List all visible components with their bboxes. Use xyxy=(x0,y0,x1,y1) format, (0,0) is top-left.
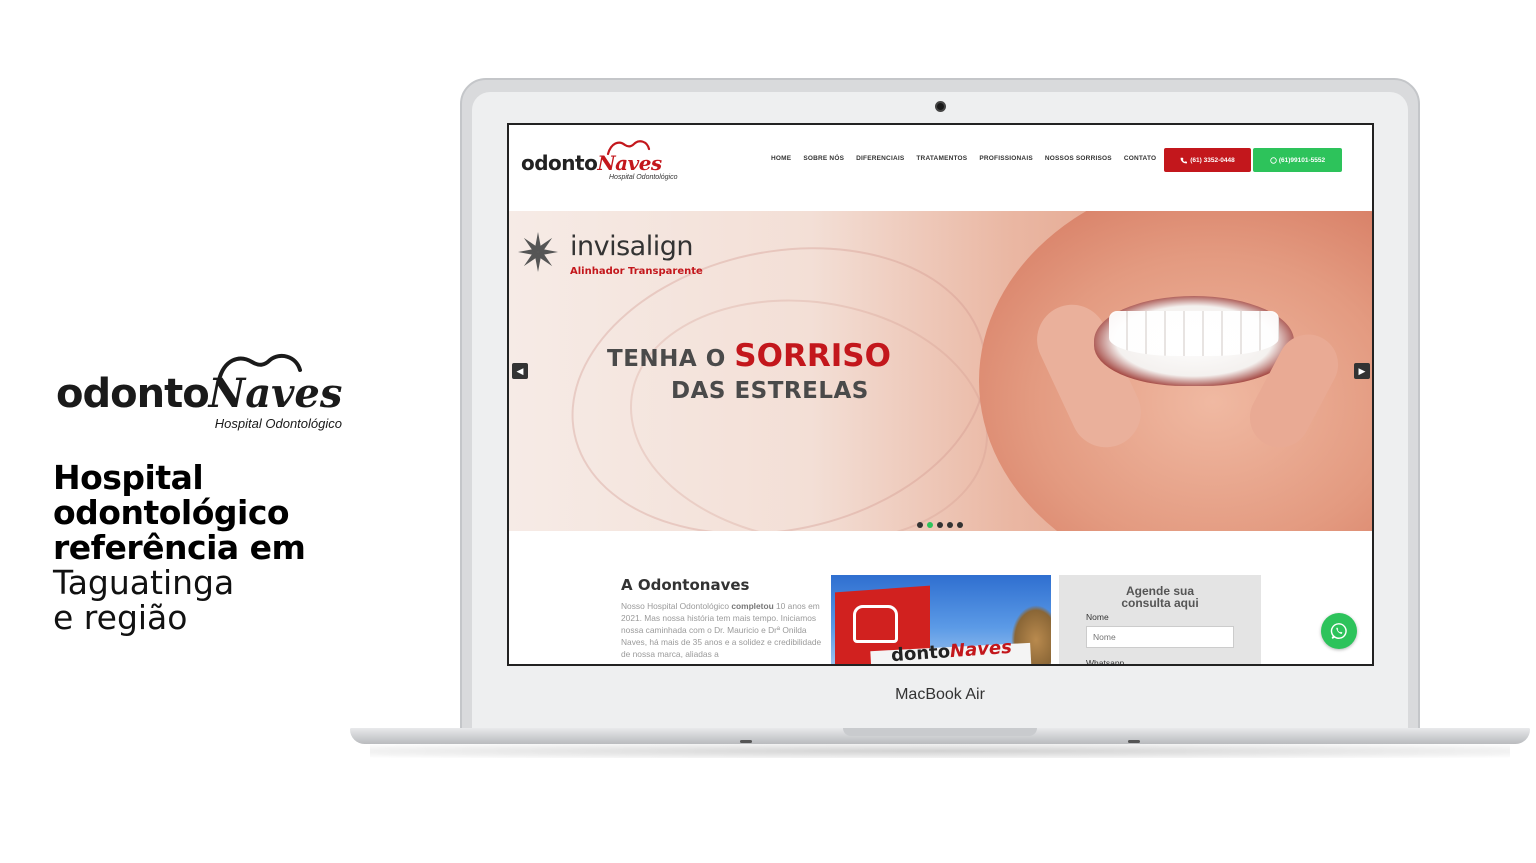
camera-icon xyxy=(935,101,946,112)
hero-slider: invisalign Alinhador Transparente TENHA … xyxy=(509,211,1372,531)
phone-icon xyxy=(1180,157,1188,163)
next-arrow-icon[interactable]: ▶ xyxy=(1354,363,1370,379)
form-title-line: consulta aqui xyxy=(1121,596,1199,610)
whatsapp-icon xyxy=(1330,623,1347,639)
slider-dots xyxy=(917,522,963,528)
invisalign-star-icon xyxy=(518,232,558,272)
laptop-foot xyxy=(740,740,752,743)
about-text: Nosso Hospital Odontológico completou 10… xyxy=(621,600,826,660)
phone-button-label: (61) 3352-0448 xyxy=(1190,156,1235,164)
form-title: Agende sua consulta aqui xyxy=(1059,585,1261,609)
prev-arrow-icon[interactable]: ◀ xyxy=(512,363,528,379)
hero-headline-highlight: SORRISO xyxy=(734,338,891,374)
promo-location-line: Taguatinga xyxy=(53,563,235,602)
slider-dot[interactable] xyxy=(917,522,923,528)
about-text-bold: completou xyxy=(731,601,774,611)
promo-logo-word-a: odonto xyxy=(56,371,210,417)
building-sign-word: Naves xyxy=(949,636,1013,663)
nav-nossos-sorrisos[interactable]: NOSSOS SORRISOS xyxy=(1045,155,1112,162)
device-model-label: MacBook Air xyxy=(895,686,985,703)
nav-contato[interactable]: CONTATO xyxy=(1124,155,1156,162)
promo-headline-line: Hospital xyxy=(53,458,204,497)
site-header: odontoNaves Hospital Odontológico HOME S… xyxy=(509,125,1372,211)
invisalign-subtitle: Alinhador Transparente xyxy=(570,266,703,277)
nav-diferenciais[interactable]: DIFERENCIAIS xyxy=(856,155,904,162)
promo-headline-line: referência em xyxy=(53,528,306,567)
invisalign-brand: invisalign xyxy=(570,231,693,262)
slider-dot[interactable] xyxy=(957,522,963,528)
promo-logo-word-b: Naves xyxy=(208,370,343,417)
site-logo-word-a: odonto xyxy=(521,151,598,175)
promo-headline-line: odontológico xyxy=(53,493,290,532)
site-logo[interactable]: odontoNaves Hospital Odontológico xyxy=(521,137,696,187)
site-logo-subtitle: Hospital Odontológico xyxy=(609,174,678,181)
whatsapp-label: Whatsapp xyxy=(1086,658,1125,666)
slider-dot[interactable] xyxy=(927,522,933,528)
whatsapp-button-label: (61)99101-5552 xyxy=(1278,156,1326,164)
promo-location-line: e região xyxy=(53,598,188,637)
promo-logo-subtitle: Hospital Odontológico xyxy=(214,416,342,431)
about-title: A Odontonaves xyxy=(621,576,750,594)
promo-location: Taguatinga e região xyxy=(53,565,234,635)
hero-headline-line2: DAS ESTRELAS xyxy=(671,378,869,404)
phone-button[interactable]: (61) 3352-0448 xyxy=(1164,148,1251,172)
whatsapp-icon xyxy=(1270,156,1277,164)
whatsapp-float-button[interactable] xyxy=(1321,613,1357,649)
laptop-notch xyxy=(843,728,1037,736)
promo-headline: Hospital odontológico referência em xyxy=(53,458,306,567)
nav-tratamentos[interactable]: TRATAMENTOS xyxy=(916,155,967,162)
main-nav: HOME SOBRE NÓS DIFERENCIAIS TRATAMENTOS … xyxy=(771,155,1168,162)
nav-profissionais[interactable]: PROFISSIONAIS xyxy=(979,155,1033,162)
laptop-foot xyxy=(1128,740,1140,743)
invisalign-logo: invisalign Alinhador Transparente xyxy=(515,229,735,284)
name-label: Nome xyxy=(1086,612,1109,622)
nav-sobre-nos[interactable]: SOBRE NÓS xyxy=(803,155,844,162)
appointment-form: Agende sua consulta aqui Nome Whatsapp xyxy=(1059,575,1261,666)
slider-dot[interactable] xyxy=(937,522,943,528)
laptop-screen: odontoNaves Hospital Odontológico HOME S… xyxy=(507,123,1374,666)
building-photo: dontoNaves xyxy=(831,575,1051,666)
slider-dot[interactable] xyxy=(947,522,953,528)
name-input[interactable] xyxy=(1086,626,1234,648)
about-text-part: Nosso Hospital Odontológico xyxy=(621,601,732,611)
tooth-icon xyxy=(853,605,898,643)
laptop-shadow xyxy=(370,744,1510,758)
site-logo-word-b: Naves xyxy=(597,151,662,175)
nav-home[interactable]: HOME xyxy=(771,155,791,162)
building-sign-word: donto xyxy=(890,641,951,666)
hero-headline-line1: TENHA O SORRISO xyxy=(607,338,891,374)
whatsapp-button[interactable]: (61)99101-5552 xyxy=(1253,148,1342,172)
promo-logo: odontoNaves Hospital Odontológico xyxy=(56,352,356,437)
hero-headline-prefix: TENHA O xyxy=(607,346,726,372)
